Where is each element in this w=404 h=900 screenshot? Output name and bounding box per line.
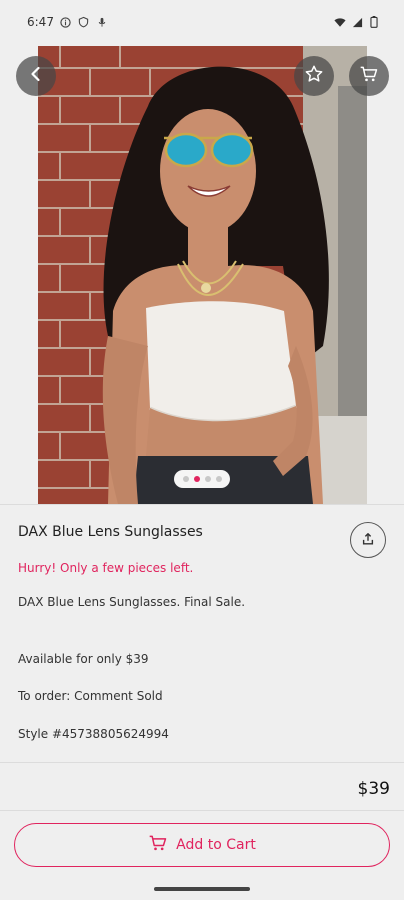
signal-icon [351, 16, 363, 28]
cart-button[interactable] [349, 56, 389, 96]
wifi-icon [334, 16, 346, 28]
product-photo [38, 46, 367, 504]
mic-icon [96, 16, 108, 28]
status-right [334, 16, 380, 28]
product-title: DAX Blue Lens Sunglasses [18, 524, 203, 540]
share-button[interactable] [350, 522, 386, 558]
carousel-dot[interactable] [182, 476, 189, 482]
home-indicator[interactable] [154, 887, 250, 891]
description-line: Available for only $39 [18, 652, 149, 666]
description-line: DAX Blue Lens Sunglasses. Final Sale. [18, 595, 246, 609]
product-image-carousel[interactable] [0, 46, 404, 504]
info-icon [60, 16, 72, 28]
shield-icon [78, 16, 90, 28]
product-price: $39 [357, 779, 390, 799]
status-bar: 6:47 [0, 0, 404, 44]
description-line: To order: Comment Sold [18, 689, 163, 703]
star-outline-icon [304, 64, 324, 88]
favorite-button[interactable] [294, 56, 334, 96]
cart-icon [148, 833, 168, 857]
product-photo-illustration [38, 46, 367, 504]
chevron-left-icon [28, 66, 44, 86]
share-icon [361, 531, 375, 550]
carousel-dot[interactable] [193, 476, 200, 482]
status-time: 6:47 [27, 15, 54, 29]
divider [0, 762, 404, 763]
divider [0, 504, 404, 505]
add-to-cart-label: Add to Cart [176, 837, 256, 853]
cart-icon [359, 64, 379, 88]
add-to-cart-button[interactable]: Add to Cart [14, 823, 390, 867]
carousel-dot[interactable] [204, 476, 211, 482]
description-line: Style #45738805624994 [18, 727, 169, 741]
stock-urgency-text: Hurry! Only a few pieces left. [18, 561, 194, 575]
carousel-dot[interactable] [215, 476, 222, 482]
back-button[interactable] [16, 56, 56, 96]
status-left: 6:47 [27, 15, 108, 29]
carousel-indicator[interactable] [174, 470, 230, 488]
battery-icon [368, 16, 380, 28]
divider [0, 810, 404, 811]
